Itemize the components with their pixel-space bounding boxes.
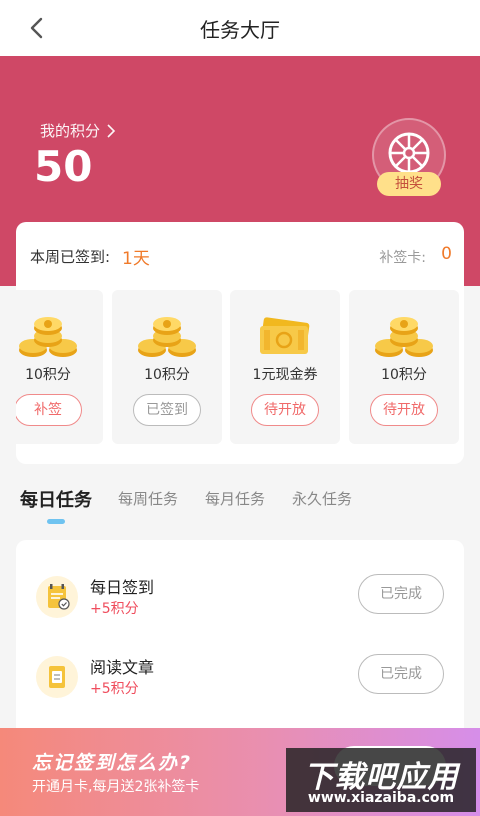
gold-coins-icon (375, 317, 433, 357)
my-points-link[interactable]: 我的积分 (40, 120, 116, 141)
tab-permanent-tasks[interactable]: 永久任务 (292, 488, 352, 509)
signin-day-reward: 10积分 (25, 367, 71, 383)
tab-weekly-tasks[interactable]: 每周任务 (118, 488, 178, 509)
wheel-icon (388, 132, 430, 174)
signin-days-scroller[interactable]: 10积分 补签 10积分 已签到 1元现金券 待开放 10积分 待开放 (16, 290, 464, 444)
pending-open-button[interactable]: 待开放 (370, 394, 438, 426)
task-points: +5积分 (90, 681, 139, 697)
task-completed-button[interactable]: 已完成 (358, 574, 444, 614)
chevron-right-icon (107, 123, 116, 138)
promo-subtitle: 开通月卡,每月送2张补签卡 (32, 779, 200, 795)
my-points-label: 我的积分 (40, 122, 101, 140)
watermark-url: www.xiazaiba.com (307, 790, 455, 806)
task-points: +5积分 (90, 601, 139, 617)
makeup-signin-button[interactable]: 补签 (16, 394, 82, 426)
signin-day: 10积分 已签到 (112, 290, 222, 444)
task-icon-bg (36, 576, 78, 618)
signed-in-button[interactable]: 已签到 (133, 394, 201, 426)
makeup-card-label: 补签卡: (379, 250, 426, 266)
active-tab-indicator (47, 519, 65, 524)
signin-day: 10积分 待开放 (349, 290, 459, 444)
promo-title: 忘记签到怎么办? (32, 752, 193, 774)
calendar-check-icon (48, 584, 70, 610)
task-row: 每日签到 +5积分 已完成 (16, 566, 464, 630)
lottery-button[interactable]: 抽奖 (372, 118, 448, 200)
cash-coupon-icon (260, 317, 310, 354)
task-icon-bg (36, 656, 78, 698)
nav-bar: 任务大厅 (0, 0, 480, 56)
task-name: 阅读文章 (90, 658, 155, 677)
signin-day-reward: 10积分 (381, 367, 427, 383)
task-tabs: 每日任务 每周任务 每月任务 永久任务 (0, 480, 480, 530)
task-completed-button[interactable]: 已完成 (358, 654, 444, 694)
gold-coins-icon (138, 317, 196, 357)
pending-open-button[interactable]: 待开放 (251, 394, 319, 426)
signin-card: 本周已签到: 1天 补签卡: 0 10积分 补签 10积分 已签到 1元现金券 … (16, 222, 464, 464)
site-watermark: 下载吧应用 www.xiazaiba.com (286, 748, 476, 812)
lottery-label: 抽奖 (377, 172, 441, 196)
task-name: 每日签到 (90, 578, 155, 597)
task-row: 阅读文章 +5积分 已完成 (16, 646, 464, 710)
week-signin-days: 1天 (122, 249, 150, 269)
makeup-card-count: 0 (441, 244, 452, 264)
signin-day-reward: 10积分 (144, 367, 190, 383)
page-title: 任务大厅 (200, 18, 280, 42)
tab-daily-tasks[interactable]: 每日任务 (20, 486, 92, 512)
points-value: 50 (34, 142, 93, 191)
task-hall-page: 任务大厅 我的积分 50 抽奖 本周已签到: 1天 补签卡: 0 10积分 补签… (0, 0, 480, 816)
signin-day: 1元现金券 待开放 (230, 290, 340, 444)
tab-monthly-tasks[interactable]: 每月任务 (205, 488, 265, 509)
week-signin-label: 本周已签到: (30, 248, 111, 266)
document-icon (49, 666, 65, 688)
gold-coins-icon (19, 317, 77, 357)
signin-day: 10积分 补签 (16, 290, 103, 444)
signin-day-reward: 1元现金券 (252, 367, 318, 383)
